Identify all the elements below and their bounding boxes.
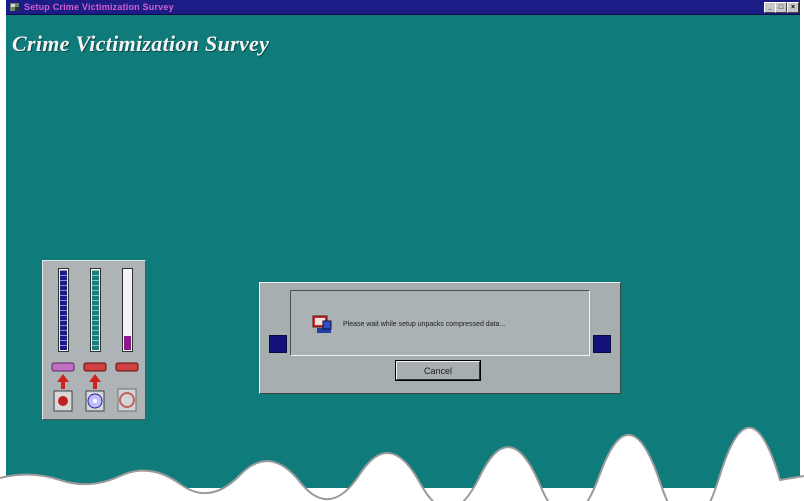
torn-paper-edge [0, 426, 804, 501]
